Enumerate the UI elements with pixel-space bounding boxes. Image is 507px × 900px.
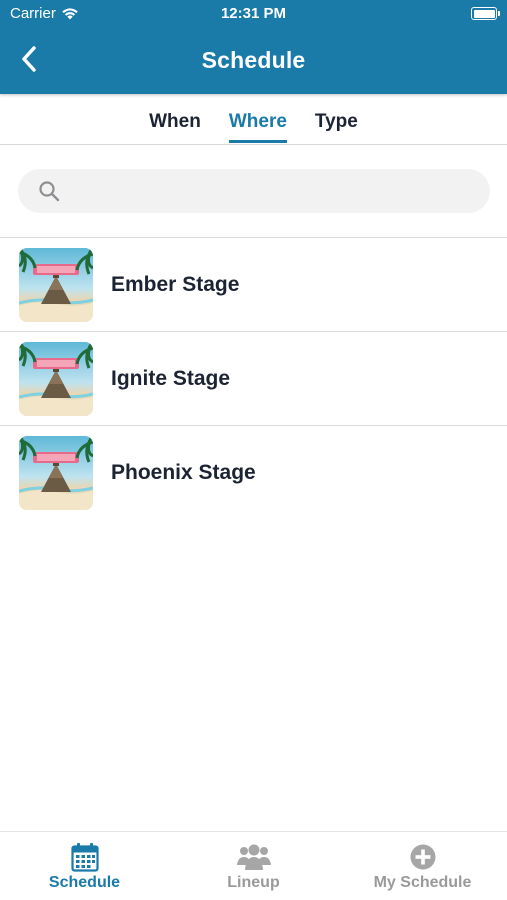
stage-name: Ember Stage (111, 272, 240, 296)
stage-list: Ember Stage Ignite Stage Phoenix Stage (0, 238, 507, 520)
status-time: 12:31 PM (220, 5, 287, 22)
stage-thumbnail (19, 341, 93, 416)
search-bar[interactable] (18, 169, 490, 213)
tabbar-label: Lineup (227, 874, 280, 891)
tabbar-schedule[interactable]: Schedule (0, 832, 169, 900)
list-item[interactable]: Ember Stage (0, 238, 507, 332)
search-icon (39, 181, 60, 202)
segment-tabs: When Where Type (0, 94, 507, 145)
list-item[interactable]: Phoenix Stage (0, 426, 507, 520)
stage-thumbnail (19, 436, 93, 510)
list-item[interactable]: Ignite Stage (0, 332, 507, 426)
tabbar-label: Schedule (48, 874, 121, 891)
stage-name: Ignite Stage (111, 366, 231, 390)
group-icon (236, 844, 271, 870)
status-bar: Carrier 12:31 PM (0, 0, 507, 28)
calendar-icon (70, 843, 99, 872)
battery-icon (471, 7, 500, 20)
tab-type[interactable]: Type (315, 94, 358, 145)
tab-where[interactable]: Where (228, 94, 288, 145)
app-header: Carrier 12:31 PM Schedule (0, 0, 507, 94)
search-section (0, 145, 507, 238)
nav-bar: Schedule (0, 28, 507, 94)
stage-thumbnail (19, 247, 93, 322)
tabbar-lineup[interactable]: Lineup (169, 832, 338, 900)
tabbar-my-schedule[interactable]: My Schedule (338, 832, 507, 900)
search-input[interactable] (70, 182, 470, 200)
page-title: Schedule (201, 47, 306, 73)
plus-circle-icon (410, 844, 435, 870)
bottom-tab-bar: Schedule Lineup My Schedule (0, 831, 507, 900)
tabbar-label: My Schedule (373, 874, 472, 891)
tab-when[interactable]: When (149, 94, 201, 145)
stage-name: Phoenix Stage (111, 461, 256, 484)
